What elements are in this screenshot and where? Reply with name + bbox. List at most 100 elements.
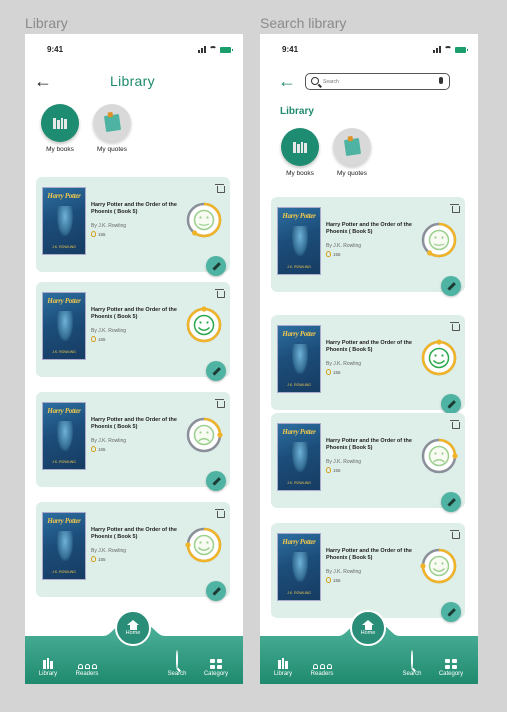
readers-icon [306,658,338,669]
tab-category[interactable]: Category [200,658,232,677]
quotes-icon-button[interactable] [333,128,371,166]
book-pages-count: 155 [333,369,341,375]
mood-progress-ring [185,201,223,239]
pencil-icon [446,497,456,507]
back-arrow-icon[interactable]: ← [34,72,52,90]
edit-button[interactable] [206,256,226,276]
book-cover-image[interactable]: Harry Potter J.K. ROWLING [42,512,86,580]
status-icons [433,46,468,53]
category-my-quotes[interactable]: My quotes [327,128,377,177]
book-pages: 155 [91,446,106,452]
books-icon-button[interactable] [41,104,79,142]
cover-figure [292,552,308,582]
microphone-icon[interactable] [439,77,443,84]
readers-icon [71,658,103,669]
library-icon [32,658,64,669]
wifi-icon [444,46,452,53]
book-cover-image[interactable]: Harry Potter J.K. ROWLING [42,292,86,360]
delete-icon[interactable] [450,419,460,429]
tab-search[interactable]: Search [396,650,428,677]
cover-author: J.K. ROWLING [287,265,311,269]
delete-icon[interactable] [450,203,460,213]
pencil-icon [446,399,456,409]
category-my-quotes[interactable]: My quotes [87,104,137,153]
category-grid-icon [200,658,232,669]
mood-progress-ring [185,306,223,344]
edit-button[interactable] [441,602,461,622]
search-icon [411,650,413,669]
delete-icon[interactable] [215,288,225,298]
tab-readers[interactable]: Readers [71,658,103,677]
book-author: By J.K. Rowling [91,223,127,229]
book-card[interactable]: Harry Potter J.K. ROWLING Harry Potter a… [36,177,230,276]
book-author: By J.K. Rowling [91,328,127,334]
book-pages-count: 155 [98,231,106,237]
book-card[interactable]: Harry Potter J.K. ROWLING Harry Potter a… [36,282,230,381]
lightbulb-icon [326,467,331,473]
book-pages: 155 [326,577,341,583]
book-author: By J.K. Rowling [91,438,127,444]
category-my-books[interactable]: My books [275,128,325,177]
delete-icon[interactable] [450,529,460,539]
book-pages-count: 155 [98,446,106,452]
mood-progress-ring [420,221,458,259]
cover-series-title: Harry Potter [47,297,81,305]
category-label: My quotes [97,146,127,153]
cover-author: J.K. ROWLING [287,383,311,387]
book-author: By J.K. Rowling [326,243,362,249]
book-cover-image[interactable]: Harry Potter J.K. ROWLING [42,402,86,470]
book-cover-image[interactable]: Harry Potter J.K. ROWLING [42,187,86,255]
wifi-icon [209,46,217,53]
book-card[interactable]: Harry Potter J.K. ROWLING Harry Potter a… [36,392,230,491]
cover-figure [57,421,73,451]
book-cover-image[interactable]: Harry Potter J.K. ROWLING [277,533,321,601]
category-grid-icon [435,658,467,669]
tab-search[interactable]: Search [161,650,193,677]
home-button[interactable]: Home [350,610,386,646]
edit-button[interactable] [206,581,226,601]
delete-icon[interactable] [215,398,225,408]
tab-label: Category [203,671,229,677]
quotes-icon-button[interactable] [93,104,131,142]
delete-icon[interactable] [215,508,225,518]
book-pages-count: 155 [98,336,106,342]
search-bar[interactable] [305,73,450,90]
battery-icon [455,47,468,53]
book-pages-count: 155 [333,577,341,583]
cover-series-title: Harry Potter [282,330,316,338]
book-card[interactable]: Harry Potter J.K. ROWLING Harry Potter a… [271,523,465,622]
cover-series-title: Harry Potter [47,407,81,415]
books-icon-button[interactable] [281,128,319,166]
delete-icon[interactable] [450,321,460,331]
book-card[interactable]: Harry Potter J.K. ROWLING Harry Potter a… [36,502,230,601]
home-icon [127,620,139,630]
book-card[interactable]: Harry Potter J.K. ROWLING Harry Potter a… [271,413,465,512]
search-input[interactable] [323,76,423,87]
edit-button[interactable] [441,276,461,296]
book-cover-image[interactable]: Harry Potter J.K. ROWLING [277,325,321,393]
cover-series-title: Harry Potter [282,212,316,220]
category-my-books[interactable]: My books [35,104,85,153]
tab-label: Library [38,671,58,677]
mood-progress-ring [420,339,458,377]
tab-library[interactable]: Library [267,658,299,677]
book-card[interactable]: Harry Potter J.K. ROWLING Harry Potter a… [271,315,465,414]
back-arrow-icon[interactable]: ← [278,72,296,90]
delete-icon[interactable] [215,183,225,193]
search-library-screen: 9:41 ← Library My books My quotes Harry … [260,34,478,684]
edit-button[interactable] [206,471,226,491]
cover-author: J.K. ROWLING [52,350,76,354]
book-cover-image[interactable]: Harry Potter J.K. ROWLING [277,207,321,275]
tab-category[interactable]: Category [435,658,467,677]
tab-readers[interactable]: Readers [306,658,338,677]
tab-library[interactable]: Library [32,658,64,677]
book-cover-image[interactable]: Harry Potter J.K. ROWLING [277,423,321,491]
edit-button[interactable] [441,394,461,414]
book-card[interactable]: Harry Potter J.K. ROWLING Harry Potter a… [271,197,465,296]
lightbulb-icon [326,369,331,375]
edit-button[interactable] [206,361,226,381]
edit-button[interactable] [441,492,461,512]
book-author: By J.K. Rowling [326,569,362,575]
home-button[interactable]: Home [115,610,151,646]
lightbulb-icon [91,336,96,342]
